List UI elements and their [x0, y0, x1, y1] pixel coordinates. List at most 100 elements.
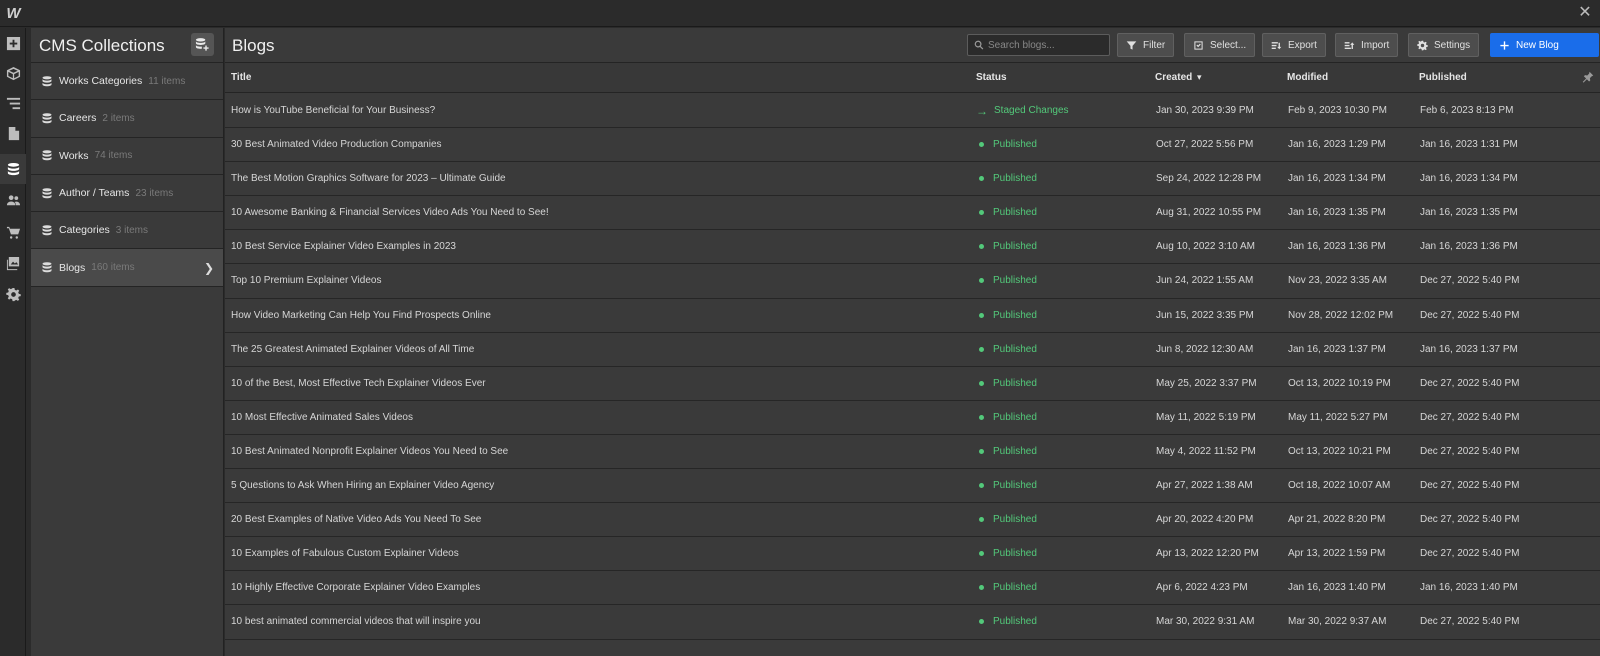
- database-icon: [42, 113, 52, 124]
- table-body: How is YouTube Beneficial for Your Busin…: [225, 94, 1600, 640]
- export-button[interactable]: Export: [1262, 33, 1326, 57]
- cell-status: Published: [976, 310, 1037, 321]
- cell-title: 10 Best Animated Nonprofit Explainer Vid…: [231, 445, 509, 457]
- database-icon: [42, 150, 52, 161]
- pages-icon[interactable]: [0, 119, 26, 147]
- collection-item[interactable]: Careers 2 items: [31, 100, 223, 138]
- collection-count: 11 items: [148, 75, 186, 87]
- cell-status: → Staged Changes: [976, 103, 1069, 118]
- status-dot-icon: [979, 517, 984, 523]
- pin-icon[interactable]: [1582, 71, 1594, 83]
- arrow-right-icon: →: [976, 103, 988, 118]
- table-row[interactable]: Top 10 Premium Explainer Videos Published…: [225, 264, 1600, 299]
- cell-status: Published: [976, 616, 1037, 627]
- cell-published: Jan 16, 2023 1:40 PM: [1420, 582, 1518, 594]
- import-button[interactable]: Import: [1335, 33, 1399, 57]
- new-blog-button[interactable]: New Blog: [1490, 33, 1599, 57]
- assets-icon[interactable]: [0, 249, 26, 277]
- database-icon: [42, 187, 52, 199]
- cell-title: The Best Motion Graphics Software for 20…: [231, 173, 506, 185]
- filter-button[interactable]: Filter: [1117, 33, 1175, 57]
- cell-status: Published: [976, 139, 1037, 150]
- table-row[interactable]: 10 Most Effective Animated Sales Videos P…: [225, 400, 1600, 435]
- add-collection-button[interactable]: [191, 33, 214, 56]
- status-dot-icon: [979, 176, 984, 182]
- collection-item[interactable]: Blogs 160 items ❯: [31, 249, 223, 287]
- cell-modified: Jan 16, 2023 1:37 PM: [1288, 343, 1386, 355]
- cell-created: Apr 13, 2022 12:20 PM: [1156, 548, 1259, 560]
- table-row[interactable]: 10 Highly Effective Corporate Explainer …: [225, 571, 1600, 606]
- status-dot-icon: [979, 210, 984, 216]
- box-icon[interactable]: [0, 59, 26, 87]
- collection-item[interactable]: Works Categories 11 items: [31, 63, 223, 101]
- cell-title: 10 best animated commercial videos that …: [231, 616, 481, 628]
- column-created[interactable]: Created ▾: [1155, 72, 1202, 83]
- table-row[interactable]: 10 Best Animated Nonprofit Explainer Vid…: [225, 434, 1600, 470]
- navigator-icon[interactable]: [0, 89, 26, 117]
- users-icon[interactable]: [0, 186, 26, 214]
- status-dot-icon: [979, 278, 984, 284]
- column-title[interactable]: Title: [231, 72, 251, 83]
- cell-published: Dec 27, 2022 5:40 PM: [1420, 411, 1520, 423]
- table-row[interactable]: 20 Best Examples of Native Video Ads You…: [225, 503, 1600, 538]
- table-row[interactable]: 30 Best Animated Video Production Compan…: [225, 128, 1600, 163]
- ecommerce-icon[interactable]: [0, 218, 26, 246]
- column-modified[interactable]: Modified: [1287, 72, 1328, 83]
- table-row[interactable]: 10 Awesome Banking & Financial Services …: [225, 196, 1600, 231]
- cell-status: Published: [976, 344, 1037, 355]
- collection-settings-button[interactable]: Settings: [1408, 33, 1480, 57]
- cell-published: Dec 27, 2022 5:40 PM: [1420, 616, 1520, 628]
- status-dot-icon: [979, 312, 984, 318]
- table-row[interactable]: 10 Examples of Fabulous Custom Explainer…: [225, 537, 1600, 572]
- table-row[interactable]: How is YouTube Beneficial for Your Busin…: [225, 94, 1600, 129]
- table-row[interactable]: The 25 Greatest Animated Explainer Video…: [225, 332, 1600, 367]
- table-row[interactable]: 10 of the Best, Most Effective Tech Expl…: [225, 366, 1600, 401]
- status-text: Published: [993, 582, 1037, 594]
- collection-count: 2 items: [102, 112, 135, 124]
- add-icon[interactable]: [0, 29, 26, 57]
- cell-status: Published: [976, 173, 1037, 184]
- close-icon[interactable]: ✕: [1576, 4, 1594, 22]
- status-text: Published: [993, 445, 1037, 457]
- status-text: Published: [993, 207, 1037, 219]
- checkbox-icon: [1194, 40, 1203, 50]
- status-dot-icon: [979, 551, 984, 557]
- export-icon: [1271, 41, 1282, 49]
- collection-item[interactable]: Categories 3 items: [31, 212, 223, 250]
- cell-status: Published: [976, 446, 1037, 457]
- cell-title: Top 10 Premium Explainer Videos: [231, 275, 382, 287]
- status-text: Published: [993, 480, 1037, 492]
- status-dot-icon: [979, 619, 984, 625]
- collection-item[interactable]: Author / Teams 23 items: [31, 175, 223, 213]
- collection-item[interactable]: Works 74 items: [31, 138, 223, 175]
- cms-icon[interactable]: [0, 154, 26, 184]
- column-status[interactable]: Status: [976, 72, 1007, 83]
- cell-title: 10 Best Service Explainer Video Examples…: [231, 241, 456, 253]
- status-text: Published: [993, 241, 1037, 253]
- settings-icon[interactable]: [0, 280, 26, 308]
- cell-created: May 25, 2022 3:37 PM: [1156, 377, 1257, 389]
- table-row[interactable]: 10 best animated commercial videos that …: [225, 605, 1600, 640]
- status-dot-icon: [979, 142, 984, 148]
- webflow-logo[interactable]: W: [0, 0, 27, 27]
- table-row[interactable]: How Video Marketing Can Help You Find Pr…: [225, 298, 1600, 333]
- cell-modified: Jan 16, 2023 1:35 PM: [1288, 207, 1386, 219]
- cell-modified: Jan 16, 2023 1:40 PM: [1288, 582, 1386, 594]
- cell-status: Published: [976, 548, 1037, 559]
- left-icon-rail: [0, 28, 26, 656]
- status-text: Published: [993, 139, 1037, 151]
- status-text: Published: [993, 514, 1037, 526]
- table-row[interactable]: 10 Best Service Explainer Video Examples…: [225, 230, 1600, 265]
- table-row[interactable]: 5 Questions to Ask When Hiring an Explai…: [225, 469, 1600, 504]
- status-text: Published: [993, 616, 1037, 628]
- collection-name: Blogs: [59, 261, 86, 274]
- gear-icon: [1417, 40, 1428, 50]
- collection-count: 160 items: [91, 262, 135, 274]
- column-published[interactable]: Published: [1419, 72, 1467, 83]
- search-input[interactable]: [988, 39, 1108, 51]
- select-button[interactable]: Select...: [1184, 33, 1256, 57]
- cell-published: Jan 16, 2023 1:36 PM: [1420, 241, 1518, 253]
- table-row[interactable]: The Best Motion Graphics Software for 20…: [225, 162, 1600, 197]
- cell-created: May 11, 2022 5:19 PM: [1156, 411, 1256, 423]
- search-box[interactable]: [967, 34, 1110, 56]
